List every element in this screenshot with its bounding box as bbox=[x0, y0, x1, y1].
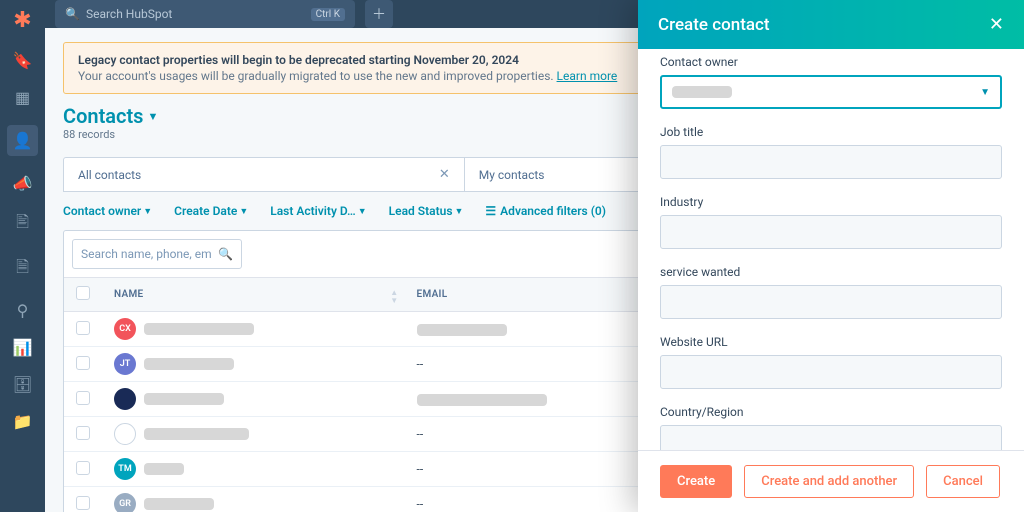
row-checkbox[interactable] bbox=[76, 356, 90, 370]
row-checkbox[interactable] bbox=[76, 321, 90, 335]
global-search-input[interactable]: 🔍 Search HubSpot Ctrl K bbox=[55, 0, 355, 28]
bookmark-icon[interactable]: 🔖 bbox=[13, 51, 33, 70]
row-checkbox[interactable] bbox=[76, 496, 90, 510]
industry-label: Industry bbox=[660, 195, 1002, 209]
contact-owner-label: Contact owner bbox=[660, 55, 1002, 69]
global-search-placeholder: Search HubSpot bbox=[86, 7, 172, 21]
search-icon: 🔍 bbox=[218, 247, 233, 261]
close-icon[interactable]: ✕ bbox=[439, 167, 450, 182]
advanced-filters-button[interactable]: ☰Advanced filters (0) bbox=[485, 204, 606, 218]
country-region-label: Country/Region bbox=[660, 405, 1002, 419]
avatar: CX bbox=[114, 318, 136, 340]
library-icon[interactable]: 📁 bbox=[13, 412, 33, 431]
create-and-add-another-button[interactable]: Create and add another bbox=[744, 465, 914, 498]
search-shortcut: Ctrl K bbox=[311, 8, 345, 21]
tab-all-contacts[interactable]: All contacts✕ bbox=[64, 158, 465, 191]
job-title-input[interactable] bbox=[660, 145, 1002, 179]
row-checkbox[interactable] bbox=[76, 426, 90, 440]
panel-header: Create contact ✕ bbox=[638, 0, 1024, 49]
panel-footer: Create Create and add another Cancel bbox=[638, 450, 1024, 512]
service-wanted-label: service wanted bbox=[660, 265, 1002, 279]
avatar bbox=[114, 388, 136, 410]
cancel-button[interactable]: Cancel bbox=[926, 465, 1000, 498]
filter-lead-status[interactable]: Lead Status ▼ bbox=[389, 204, 464, 218]
automation-icon[interactable]: ⚲ bbox=[17, 301, 29, 320]
global-nav-rail: ✱ 🔖 ▦ 👤 📣 🖹 🗎 ⚲ 📊 🗄 📁 bbox=[0, 0, 45, 512]
search-icon: 🔍 bbox=[65, 7, 80, 21]
chevron-down-icon: ▼ bbox=[239, 206, 248, 217]
panel-title: Create contact bbox=[658, 15, 770, 35]
avatar: GR bbox=[114, 493, 136, 512]
chevron-down-icon: ▼ bbox=[454, 206, 463, 217]
owner-value-placeholder bbox=[672, 86, 732, 98]
chevron-down-icon: ▼ bbox=[147, 110, 158, 123]
commerce-icon[interactable]: 🗎 bbox=[16, 256, 29, 283]
data-icon[interactable]: 🗄 bbox=[12, 375, 32, 394]
table-search-input[interactable]: Search name, phone, em 🔍 bbox=[72, 239, 242, 269]
avatar: TM bbox=[114, 458, 136, 480]
chevron-down-icon: ▼ bbox=[143, 206, 152, 217]
contact-owner-select[interactable]: ▼ bbox=[660, 75, 1002, 109]
column-name[interactable]: NAME▲▼ bbox=[102, 278, 405, 312]
avatar: JT bbox=[114, 353, 136, 375]
avatar bbox=[114, 423, 136, 445]
reporting-icon[interactable]: 📊 bbox=[13, 338, 33, 357]
industry-input[interactable] bbox=[660, 215, 1002, 249]
select-all-checkbox[interactable] bbox=[76, 286, 90, 300]
marketing-icon[interactable]: 📣 bbox=[13, 174, 33, 193]
workspaces-icon[interactable]: ▦ bbox=[15, 88, 30, 107]
job-title-label: Job title bbox=[660, 125, 1002, 139]
filter-contact-owner[interactable]: Contact owner ▼ bbox=[63, 204, 152, 218]
banner-learn-more-link[interactable]: Learn more bbox=[557, 69, 618, 83]
chevron-down-icon: ▼ bbox=[980, 87, 990, 98]
filter-icon: ☰ bbox=[485, 204, 496, 218]
main-region: 🔍 Search HubSpot Ctrl K ＋ Legacy contact… bbox=[45, 0, 1024, 512]
close-icon[interactable]: ✕ bbox=[989, 14, 1004, 35]
create-button[interactable]: ＋ bbox=[365, 0, 393, 28]
chevron-down-icon: ▼ bbox=[358, 206, 367, 217]
row-checkbox[interactable] bbox=[76, 391, 90, 405]
service-wanted-input[interactable] bbox=[660, 285, 1002, 319]
create-contact-panel: Create contact ✕ Contact owner ▼ Job tit… bbox=[638, 0, 1024, 512]
website-url-input[interactable] bbox=[660, 355, 1002, 389]
crm-icon[interactable]: 👤 bbox=[7, 125, 39, 156]
create-button[interactable]: Create bbox=[660, 465, 732, 498]
filter-last-activity[interactable]: Last Activity D… ▼ bbox=[270, 204, 366, 218]
row-checkbox[interactable] bbox=[76, 461, 90, 475]
hubspot-logo-icon: ✱ bbox=[13, 8, 31, 33]
country-region-input[interactable] bbox=[660, 425, 1002, 450]
website-url-label: Website URL bbox=[660, 335, 1002, 349]
filter-create-date[interactable]: Create Date ▼ bbox=[174, 204, 248, 218]
content-icon[interactable]: 🖹 bbox=[16, 211, 29, 238]
